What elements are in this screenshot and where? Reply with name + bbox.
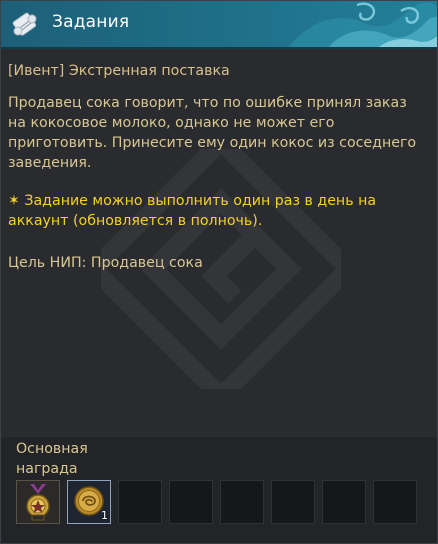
quest-target-npc: Цель НИП: Продавец сока [8,255,203,271]
medal-icon [26,484,50,521]
header-divider [1,47,437,49]
scroll-icon [12,12,37,36]
quest-note: ✶ Задание можно выполнить один раз в ден… [8,193,377,229]
reward-slot-3[interactable] [118,480,162,524]
quest-subtitle: [Ивент] Экстренная поставка [8,63,230,79]
reward-slot-4[interactable] [169,480,213,524]
reward-slot-2[interactable]: 1 [67,480,111,524]
reward-slot-5[interactable] [220,480,264,524]
header-wave-decoration [289,2,437,47]
reward-slot-6[interactable] [271,480,315,524]
quest-window: Задания [Ивент] Экстренная поставка Прод… [0,0,438,544]
window-header[interactable]: Задания [1,1,437,47]
reward-count: 1 [101,509,108,522]
quest-description: Продавец сока говорит, что по ошибке при… [8,95,417,171]
reward-slot-7[interactable] [322,480,366,524]
window-title: Задания [52,12,130,32]
reward-slot-1[interactable] [16,480,60,524]
reward-label: Основная награда [16,441,88,477]
reward-slot-8[interactable] [373,480,417,524]
